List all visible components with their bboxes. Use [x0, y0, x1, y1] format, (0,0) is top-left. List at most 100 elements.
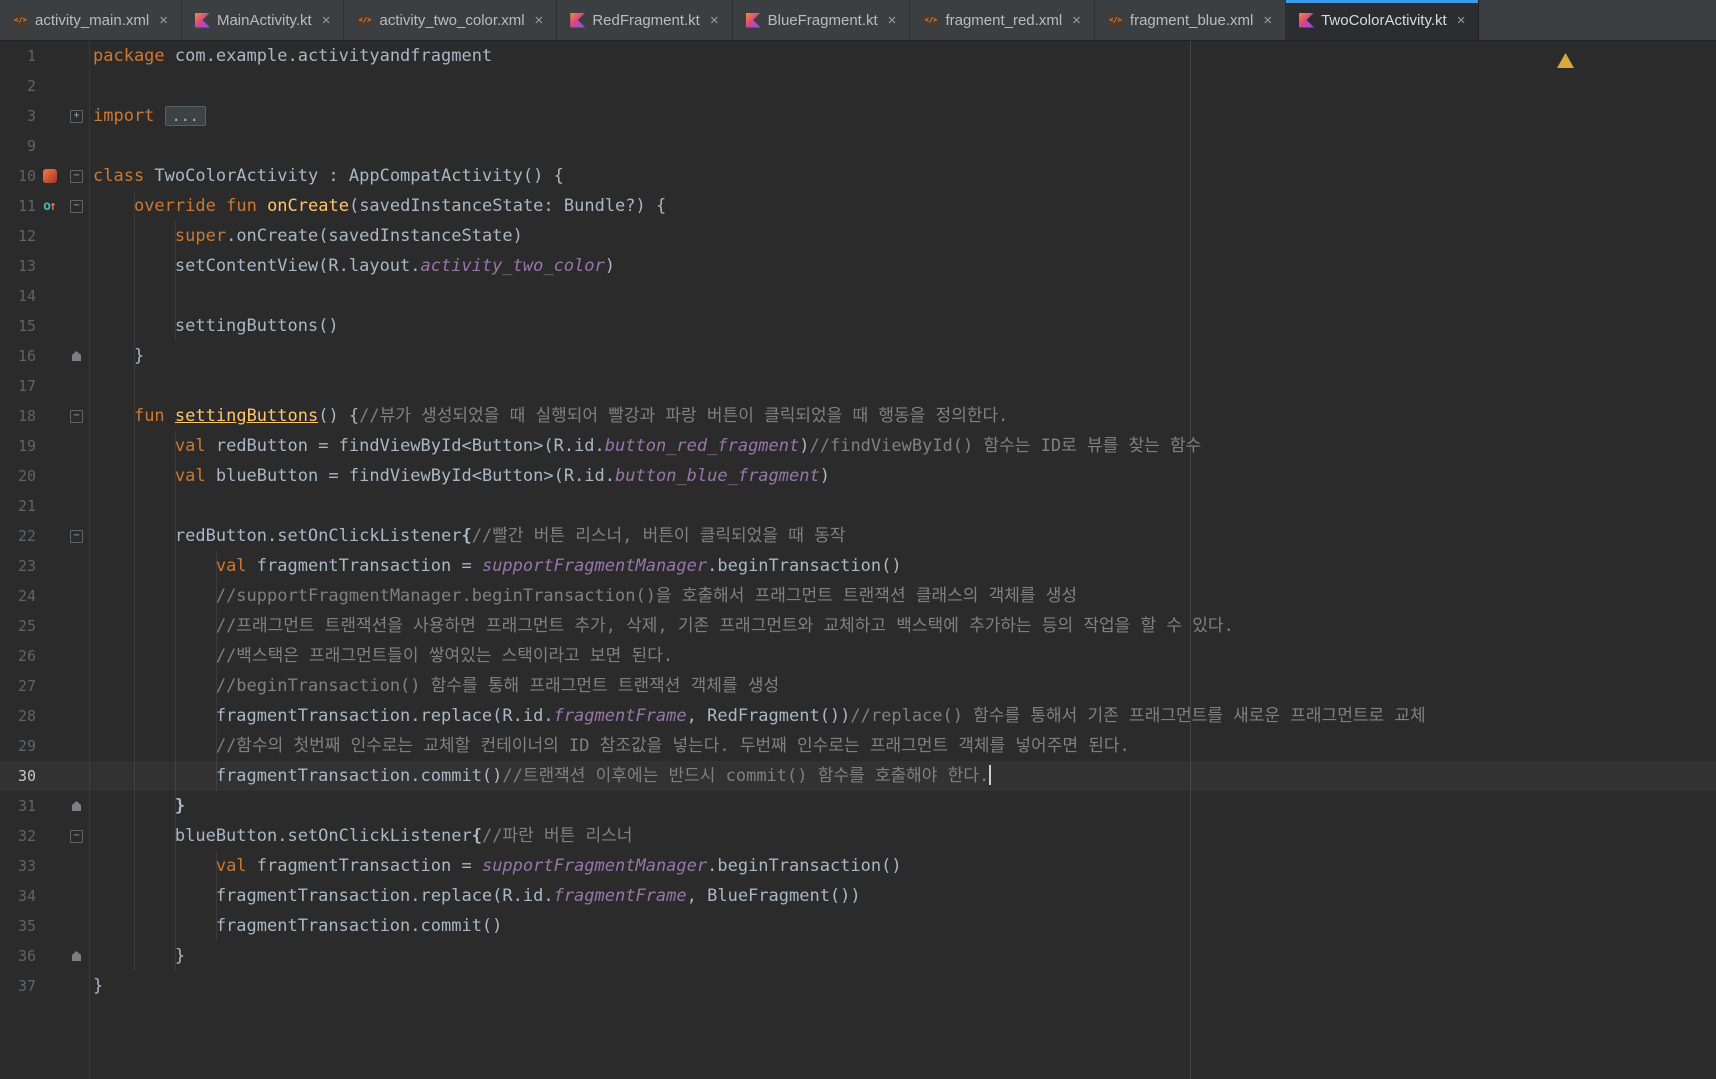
code-line[interactable]: 30 fragmentTransaction.commit()//트랜잭션 이후… — [0, 761, 1716, 791]
tab-close-icon[interactable]: × — [1072, 12, 1081, 29]
code-text: } — [89, 971, 1716, 1001]
code-line[interactable]: 24 //supportFragmentManager.beginTransac… — [0, 581, 1716, 611]
code-line[interactable]: 33 val fragmentTransaction = supportFrag… — [0, 851, 1716, 881]
tab-close-icon[interactable]: × — [710, 12, 719, 29]
line-number: 23 — [17, 557, 36, 575]
code-line[interactable]: 26 //백스택은 프래그먼트들이 쌓여있는 스택이라고 보면 된다. — [0, 641, 1716, 671]
fold-marker-expanded[interactable]: − — [70, 529, 83, 543]
code-segment: package — [93, 46, 165, 66]
fold-end-marker[interactable] — [72, 951, 81, 961]
code-line[interactable]: 1 package com.example.activityandfragment — [0, 41, 1716, 71]
gutter: 27 — [0, 671, 89, 701]
code-line[interactable]: 21 — [0, 491, 1716, 521]
fold-marker-expanded[interactable]: − — [70, 169, 83, 183]
code-line[interactable]: 13 setContentView(R.layout.activity_two_… — [0, 251, 1716, 281]
code-segment: fragmentTransaction = — [246, 856, 482, 876]
tab-close-icon[interactable]: × — [1457, 12, 1466, 29]
code-line[interactable]: 14 — [0, 281, 1716, 311]
code-line[interactable]: 12 super.onCreate(savedInstanceState) — [0, 221, 1716, 251]
gutter: 18 − — [0, 401, 89, 431]
code-segment: fragmentTransaction = — [246, 556, 482, 576]
tab-fragment_red.xml[interactable]: </> fragment_red.xml × — [910, 0, 1095, 40]
code-text: //백스택은 프래그먼트들이 쌓여있는 스택이라고 보면 된다. — [89, 641, 1716, 671]
code-segment: fragmentTransaction.replace(R.id. — [93, 706, 554, 726]
android-component-icon[interactable] — [43, 169, 57, 183]
code-line[interactable]: 15 settingButtons() — [0, 311, 1716, 341]
code-line[interactable]: 23 val fragmentTransaction = supportFrag… — [0, 551, 1716, 581]
fold-marker-expanded[interactable]: − — [70, 829, 83, 843]
code-segment: ) — [604, 256, 615, 276]
code-line[interactable]: 27 //beginTransaction() 함수를 통해 프래그먼트 트랜잭… — [0, 671, 1716, 701]
line-number: 30 — [17, 767, 36, 785]
gutter-fold-slot — [64, 351, 89, 361]
code-line[interactable]: 19 val redButton = findViewById<Button>(… — [0, 431, 1716, 461]
code-line[interactable]: 31 } — [0, 791, 1716, 821]
active-tab-indicator — [1286, 0, 1479, 3]
code-line[interactable]: 18 − fun settingButtons() {//뷰가 생성되었을 때 실… — [0, 401, 1716, 431]
line-number: 10 — [17, 167, 36, 185]
line-number: 33 — [17, 857, 36, 875]
code-line[interactable]: 34 fragmentTransaction.replace(R.id.frag… — [0, 881, 1716, 911]
code-segment: ... — [164, 106, 206, 126]
line-number: 35 — [17, 917, 36, 935]
code-line[interactable]: 37} — [0, 971, 1716, 1001]
overriding-method-icon[interactable]: o ↑ — [43, 200, 57, 213]
fold-marker-expanded[interactable]: − — [70, 409, 83, 423]
code-text: } — [89, 941, 1716, 971]
fold-marker-expanded[interactable]: − — [70, 199, 83, 213]
code-text: val fragmentTransaction = supportFragmen… — [89, 551, 1716, 581]
fold-marker-collapsed[interactable]: + — [70, 109, 83, 123]
fold-end-marker[interactable] — [72, 351, 81, 361]
code-line[interactable]: 2 — [0, 71, 1716, 101]
tab-activity_main.xml[interactable]: </> activity_main.xml × — [0, 0, 182, 40]
tab-fragment_blue.xml[interactable]: </> fragment_blue.xml × — [1095, 0, 1287, 40]
code-line[interactable]: 35 fragmentTransaction.commit() — [0, 911, 1716, 941]
code-line[interactable]: 28 fragmentTransaction.replace(R.id.frag… — [0, 701, 1716, 731]
tab-close-icon[interactable]: × — [159, 12, 168, 29]
gutter: 25 — [0, 611, 89, 641]
fold-end-marker[interactable] — [72, 801, 81, 811]
tab-close-icon[interactable]: × — [888, 12, 897, 29]
gutter-fold-slot: − — [64, 829, 89, 843]
line-number: 16 — [17, 347, 36, 365]
code-segment: settingButtons() — [93, 316, 339, 336]
tab-MainActivity.kt[interactable]: MainActivity.kt × — [182, 0, 345, 40]
code-editor[interactable]: 1 package com.example.activityandfragment… — [0, 41, 1716, 1079]
code-line[interactable]: 36 } — [0, 941, 1716, 971]
line-number: 21 — [17, 497, 36, 515]
gutter: 34 — [0, 881, 89, 911]
line-number: 17 — [17, 377, 36, 395]
code-text: //함수의 첫번째 인수로는 교체할 컨테이너의 ID 참조값을 넣는다. 두번… — [89, 731, 1716, 761]
line-number: 1 — [26, 47, 36, 65]
gutter: 21 — [0, 491, 89, 521]
gutter-fold-slot: + — [64, 109, 89, 123]
code-line[interactable]: 25 //프래그먼트 트랜잭션을 사용하면 프래그먼트 추가, 삭제, 기존 프… — [0, 611, 1716, 641]
gutter: 30 — [0, 761, 89, 791]
code-line[interactable]: 32 − blueButton.setOnClickListener{//파란 버… — [0, 821, 1716, 851]
tab-BlueFragment.kt[interactable]: BlueFragment.kt × — [733, 0, 911, 40]
tab-close-icon[interactable]: × — [535, 12, 544, 29]
gutter: 12 — [0, 221, 89, 251]
code-line[interactable]: 16 } — [0, 341, 1716, 371]
code-line[interactable]: 9 — [0, 131, 1716, 161]
code-line[interactable]: 11 o ↑ − override fun onCreate(savedInstanc… — [0, 191, 1716, 221]
code-segment: //beginTransaction() 함수를 통해 프래그먼트 트랜잭션 객… — [215, 676, 780, 696]
tab-TwoColorActivity.kt[interactable]: TwoColorActivity.kt × — [1286, 0, 1480, 40]
code-line[interactable]: 29 //함수의 첫번째 인수로는 교체할 컨테이너의 ID 참조값을 넣는다.… — [0, 731, 1716, 761]
code-line[interactable]: 22 − redButton.setOnClickListener{//빨간 버튼… — [0, 521, 1716, 551]
code-segment: setContentView(R.layout. — [93, 256, 421, 276]
tab-close-icon[interactable]: × — [1263, 12, 1272, 29]
code-line[interactable]: 17 — [0, 371, 1716, 401]
code-segment: () { — [318, 406, 360, 426]
tab-activity_two_color.xml[interactable]: </> activity_two_color.xml × — [344, 0, 558, 40]
code-line[interactable]: 20 val blueButton = findViewById<Button>… — [0, 461, 1716, 491]
tab-close-icon[interactable]: × — [322, 12, 331, 29]
code-line[interactable]: 3 + import ... — [0, 101, 1716, 131]
tab-RedFragment.kt[interactable]: RedFragment.kt × — [557, 0, 733, 40]
code-line[interactable]: 10 − class TwoColorActivity : AppCompatAct… — [0, 161, 1716, 191]
gutter: 37 — [0, 971, 89, 1001]
code-text: //프래그먼트 트랜잭션을 사용하면 프래그먼트 추가, 삭제, 기존 프래그먼… — [89, 611, 1716, 641]
